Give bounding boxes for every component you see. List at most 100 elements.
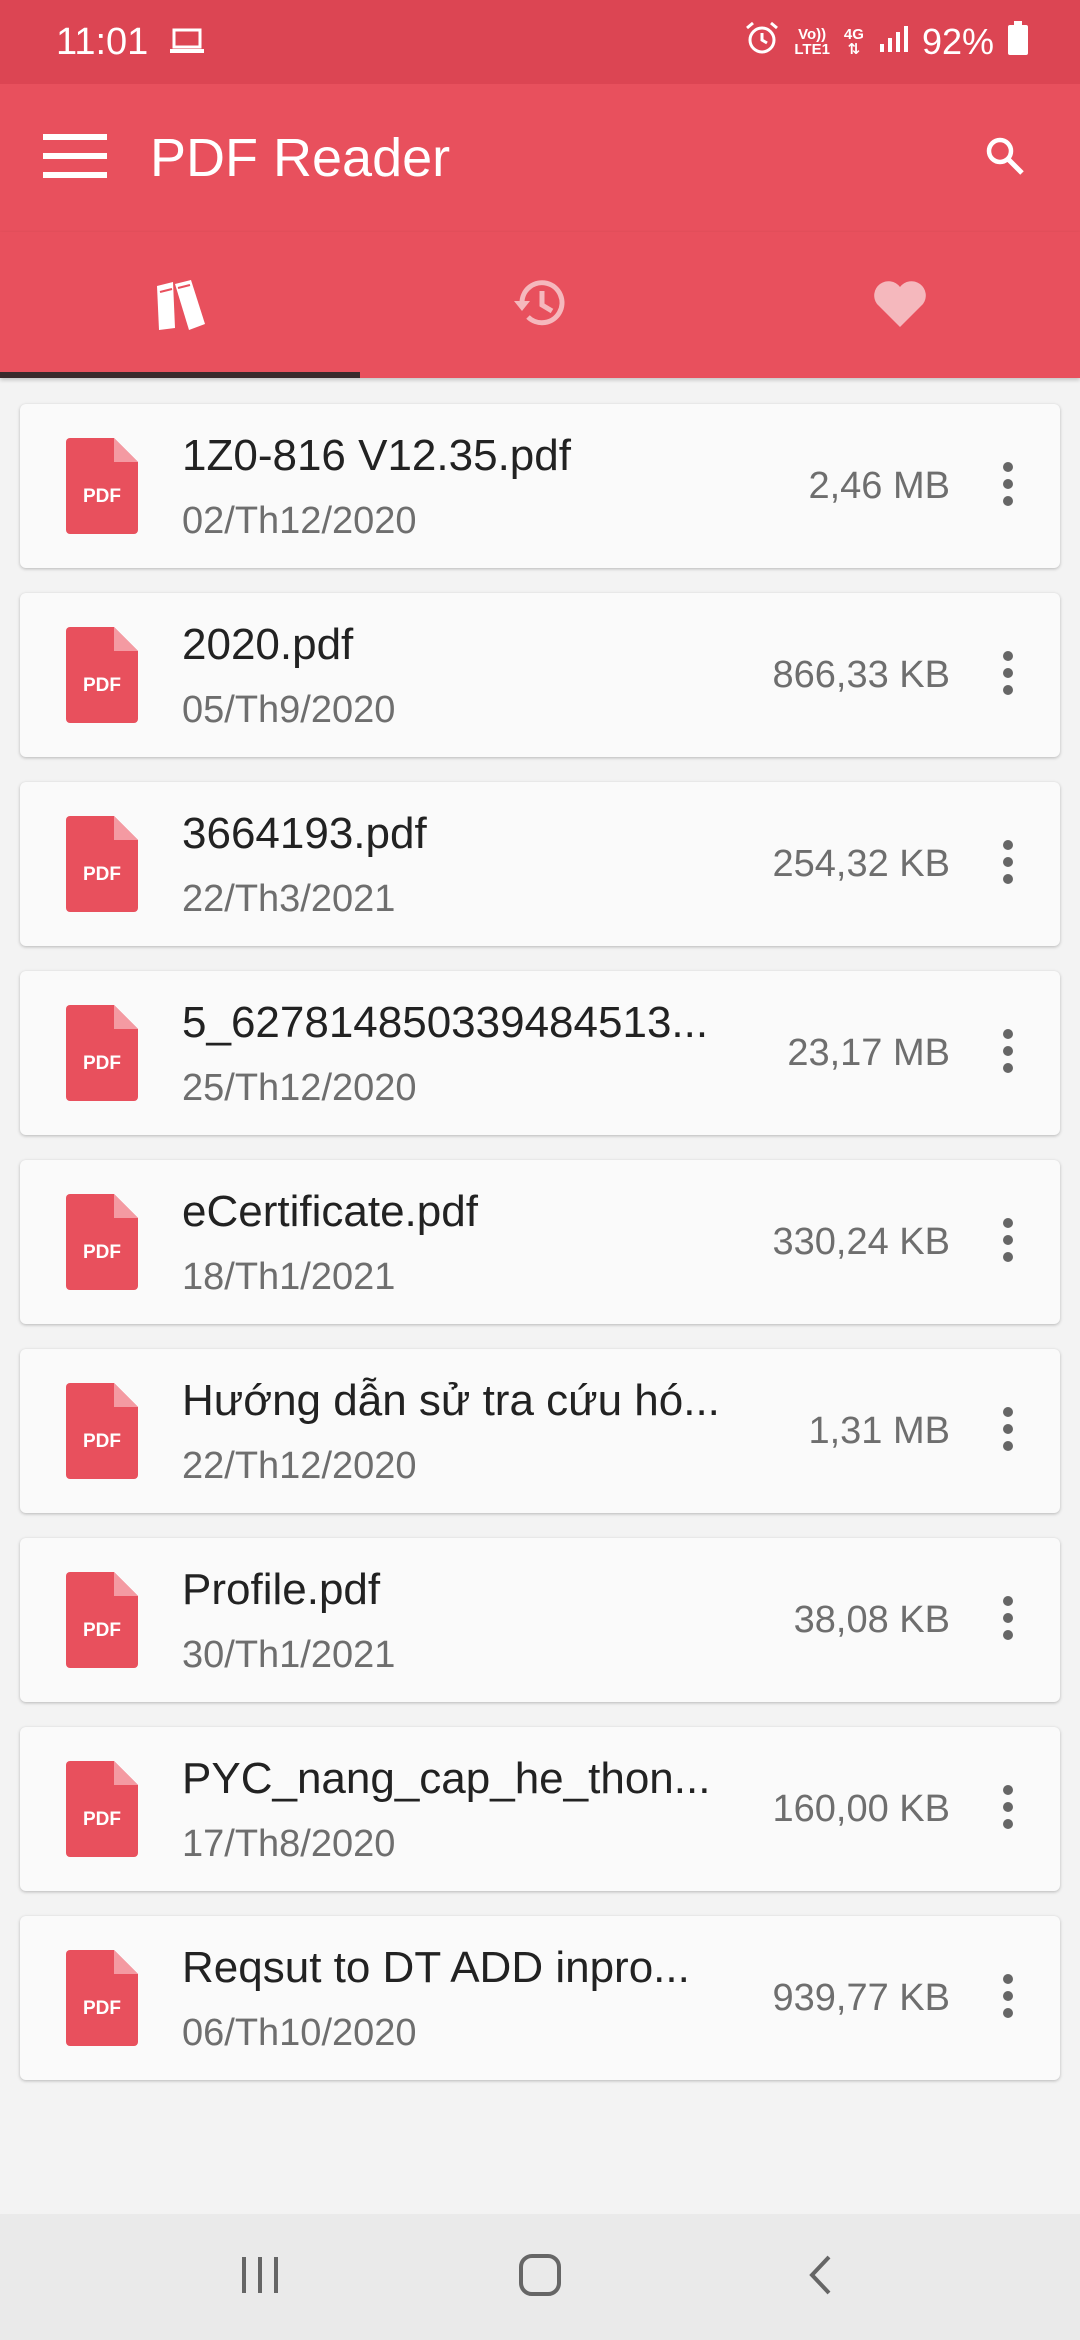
pdf-file-icon: PDF <box>66 1950 138 2046</box>
more-vert-icon <box>1001 650 1015 701</box>
pdf-file-icon: PDF <box>66 438 138 534</box>
svg-text:PDF: PDF <box>83 486 121 507</box>
recent-apps-icon <box>240 2256 280 2298</box>
file-size: 254,32 KB <box>772 842 950 885</box>
network-type: 4G <box>843 26 864 43</box>
data-arrows-icon: ⇅ <box>847 41 861 58</box>
more-options-button[interactable] <box>978 625 1038 725</box>
more-options-button[interactable] <box>978 1759 1038 1859</box>
file-name: 1Z0-816 V12.35.pdf <box>182 431 571 480</box>
pdf-file-icon: PDF <box>66 1761 138 1857</box>
home-icon <box>518 2253 562 2302</box>
file-list-item[interactable]: PDF Profile.pdf 30/Th1/2021 38,08 KB <box>20 1538 1060 1702</box>
file-info: eCertificate.pdf 18/Th1/2021 <box>182 1185 773 1299</box>
file-list-item[interactable]: PDF 2020.pdf 05/Th9/2020 866,33 KB <box>20 593 1060 757</box>
status-right: Vo)) LTE1 4G ⇅ 92% <box>744 20 1028 65</box>
file-info: Profile.pdf 30/Th1/2021 <box>182 1563 794 1677</box>
status-time: 11:01 <box>56 20 149 63</box>
more-vert-icon <box>1001 1595 1015 1646</box>
more-vert-icon <box>1001 1217 1015 1268</box>
file-date: 17/Th8/2020 <box>182 1823 396 1865</box>
svg-text:PDF: PDF <box>83 1620 121 1641</box>
file-name: 5_627814850339484513... <box>182 998 709 1047</box>
svg-text:PDF: PDF <box>83 1998 121 2019</box>
pdf-file-icon: PDF <box>66 1383 138 1479</box>
recent-apps-button[interactable] <box>200 2227 320 2327</box>
file-list-item[interactable]: PDF 1Z0-816 V12.35.pdf 02/Th12/2020 2,46… <box>20 404 1060 568</box>
books-icon <box>151 274 209 337</box>
file-name: eCertificate.pdf <box>182 1187 478 1236</box>
volte-indicator: Vo)) LTE1 <box>794 27 830 57</box>
more-vert-icon <box>1001 1406 1015 1457</box>
file-date: 22/Th3/2021 <box>182 878 396 920</box>
file-date: 06/Th10/2020 <box>182 2012 417 2054</box>
file-name: Hướng dẫn sử tra cứu hó... <box>182 1376 720 1425</box>
svg-text:PDF: PDF <box>83 864 121 885</box>
more-vert-icon <box>1001 1028 1015 1079</box>
file-list-item[interactable]: PDF 3664193.pdf 22/Th3/2021 254,32 KB <box>20 782 1060 946</box>
file-date: 30/Th1/2021 <box>182 1634 396 1676</box>
file-size: 330,24 KB <box>772 1220 950 1263</box>
back-button[interactable] <box>760 2227 880 2327</box>
file-size: 939,77 KB <box>772 1976 950 2019</box>
app-bar: PDF Reader <box>0 84 1080 232</box>
menu-button[interactable] <box>0 84 150 232</box>
more-options-button[interactable] <box>978 1570 1038 1670</box>
more-options-button[interactable] <box>978 814 1038 914</box>
tab-favorites[interactable] <box>720 232 1080 378</box>
pdf-file-icon: PDF <box>66 1572 138 1668</box>
search-icon <box>985 136 1025 181</box>
file-list-item[interactable]: PDF 5_627814850339484513... 25/Th12/2020… <box>20 971 1060 1135</box>
more-options-button[interactable] <box>978 1948 1038 2048</box>
more-options-button[interactable] <box>978 436 1038 536</box>
file-info: 2020.pdf 05/Th9/2020 <box>182 618 773 732</box>
search-button[interactable] <box>930 84 1080 232</box>
volte-line1: Vo)) <box>798 26 827 43</box>
file-info: 1Z0-816 V12.35.pdf 02/Th12/2020 <box>182 429 808 543</box>
tab-bar <box>0 232 1080 378</box>
file-date: 22/Th12/2020 <box>182 1445 417 1487</box>
file-date: 05/Th9/2020 <box>182 689 396 731</box>
pdf-file-icon: PDF <box>66 816 138 912</box>
file-list-item[interactable]: PDF Hướng dẫn sử tra cứu hó... 22/Th12/2… <box>20 1349 1060 1513</box>
file-list: PDF 1Z0-816 V12.35.pdf 02/Th12/2020 2,46… <box>20 404 1060 2105</box>
battery-percent: 92% <box>921 21 994 62</box>
more-vert-icon <box>1001 1973 1015 2024</box>
file-info: 3664193.pdf 22/Th3/2021 <box>182 807 773 921</box>
file-list-item[interactable]: PDF PYC_nang_cap_he_thon... 17/Th8/2020 … <box>20 1727 1060 1891</box>
more-options-button[interactable] <box>978 1003 1038 1103</box>
system-nav-bar <box>0 2214 1080 2340</box>
file-size: 38,08 KB <box>793 1598 950 1641</box>
hamburger-icon <box>43 133 107 183</box>
file-size: 160,00 KB <box>772 1787 950 1830</box>
more-options-button[interactable] <box>978 1192 1038 1292</box>
file-name: 3664193.pdf <box>182 809 427 858</box>
svg-text:PDF: PDF <box>83 1431 121 1452</box>
network-indicator: 4G ⇅ <box>844 27 864 57</box>
more-vert-icon <box>1001 839 1015 890</box>
tab-history[interactable] <box>360 232 720 378</box>
file-size: 866,33 KB <box>772 653 950 696</box>
svg-text:PDF: PDF <box>83 1242 121 1263</box>
volte-line2: LTE1 <box>794 41 830 58</box>
tab-library[interactable] <box>0 232 360 378</box>
home-button[interactable] <box>480 2227 600 2327</box>
file-name: 2020.pdf <box>182 620 354 669</box>
signal-icon <box>878 21 908 63</box>
heart-icon <box>871 277 929 334</box>
file-date: 18/Th1/2021 <box>182 1256 396 1298</box>
svg-text:PDF: PDF <box>83 1809 121 1830</box>
more-vert-icon <box>1001 461 1015 512</box>
pdf-file-icon: PDF <box>66 1194 138 1290</box>
laptop-icon <box>170 21 205 64</box>
file-size: 23,17 MB <box>787 1031 950 1074</box>
file-size: 2,46 MB <box>808 464 950 507</box>
file-name: Reqsut to DT ADD inpro... <box>182 1943 690 1992</box>
file-name: Profile.pdf <box>182 1565 381 1614</box>
alarm-icon <box>744 20 780 65</box>
file-list-item[interactable]: PDF Reqsut to DT ADD inpro... 06/Th10/20… <box>20 1916 1060 2080</box>
more-options-button[interactable] <box>978 1381 1038 1481</box>
file-info: PYC_nang_cap_he_thon... 17/Th8/2020 <box>182 1752 773 1866</box>
file-name: PYC_nang_cap_he_thon... <box>182 1754 711 1803</box>
file-list-item[interactable]: PDF eCertificate.pdf 18/Th1/2021 330,24 … <box>20 1160 1060 1324</box>
